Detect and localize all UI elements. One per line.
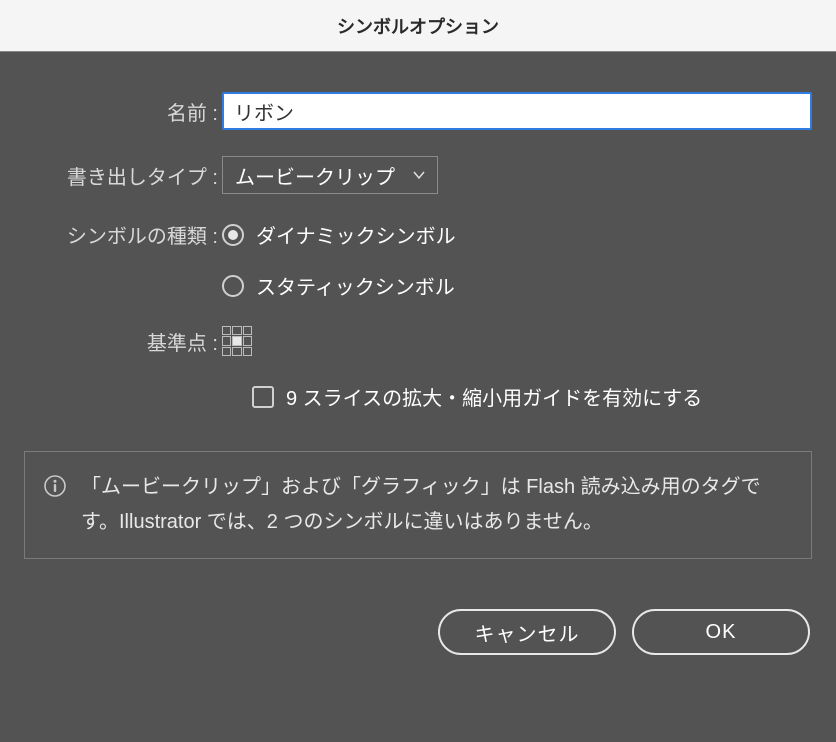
symbol-type-label: シンボルの種類 : (22, 220, 222, 249)
checkbox-icon (252, 386, 274, 408)
ok-button[interactable]: OK (632, 609, 810, 655)
name-label: 名前 : (22, 97, 222, 126)
radio-dynamic-symbol[interactable]: ダイナミックシンボル (222, 220, 456, 249)
reg-cell[interactable] (243, 326, 252, 335)
nine-slice-checkbox[interactable]: 9 スライスの拡大・縮小用ガイドを有効にする (252, 382, 702, 411)
reg-cell[interactable] (232, 326, 241, 335)
symbol-type-radios: ダイナミックシンボル スタティックシンボル (222, 220, 456, 300)
registration-label: 基準点 : (22, 327, 222, 356)
reg-cell[interactable] (243, 336, 252, 345)
reg-cell[interactable] (222, 336, 231, 345)
export-type-select[interactable]: ムービークリップ (222, 156, 438, 194)
reg-cell[interactable] (222, 326, 231, 335)
dialog-title: シンボルオプション (337, 13, 499, 39)
row-symbol-type: シンボルの種類 : ダイナミックシンボル スタティックシンボル (22, 220, 814, 300)
dialog-titlebar: シンボルオプション (0, 0, 836, 52)
radio-dynamic-label: ダイナミックシンボル (256, 220, 456, 249)
radio-static-symbol[interactable]: スタティックシンボル (222, 271, 456, 300)
row-name: 名前 : (22, 92, 814, 130)
info-icon (43, 474, 67, 498)
button-row: キャンセル OK (22, 609, 814, 655)
row-export-type: 書き出しタイプ : ムービークリップ (22, 156, 814, 194)
info-text: 「ムービークリップ」および「グラフィック」は Flash 読み込み用のタグです。… (81, 470, 793, 540)
row-registration: 基準点 : (22, 326, 814, 356)
reg-cell[interactable] (232, 347, 241, 356)
export-type-value: ムービークリップ (235, 161, 395, 190)
chevron-down-icon (413, 169, 425, 181)
reg-cell-selected[interactable] (232, 336, 241, 345)
dialog-content: 名前 : 書き出しタイプ : ムービークリップ シンボルの種類 : ダイナミック… (0, 52, 836, 675)
reg-cell[interactable] (222, 347, 231, 356)
row-nine-slice: 9 スライスの拡大・縮小用ガイドを有効にする (22, 382, 814, 411)
name-input[interactable] (222, 92, 812, 130)
radio-icon (222, 224, 244, 246)
cancel-button[interactable]: キャンセル (438, 609, 616, 655)
info-box: 「ムービークリップ」および「グラフィック」は Flash 読み込み用のタグです。… (24, 451, 812, 559)
radio-icon (222, 275, 244, 297)
registration-grid[interactable] (222, 326, 252, 356)
radio-static-label: スタティックシンボル (256, 271, 455, 300)
nine-slice-label: 9 スライスの拡大・縮小用ガイドを有効にする (286, 382, 702, 411)
export-type-label: 書き出しタイプ : (22, 161, 222, 190)
reg-cell[interactable] (243, 347, 252, 356)
